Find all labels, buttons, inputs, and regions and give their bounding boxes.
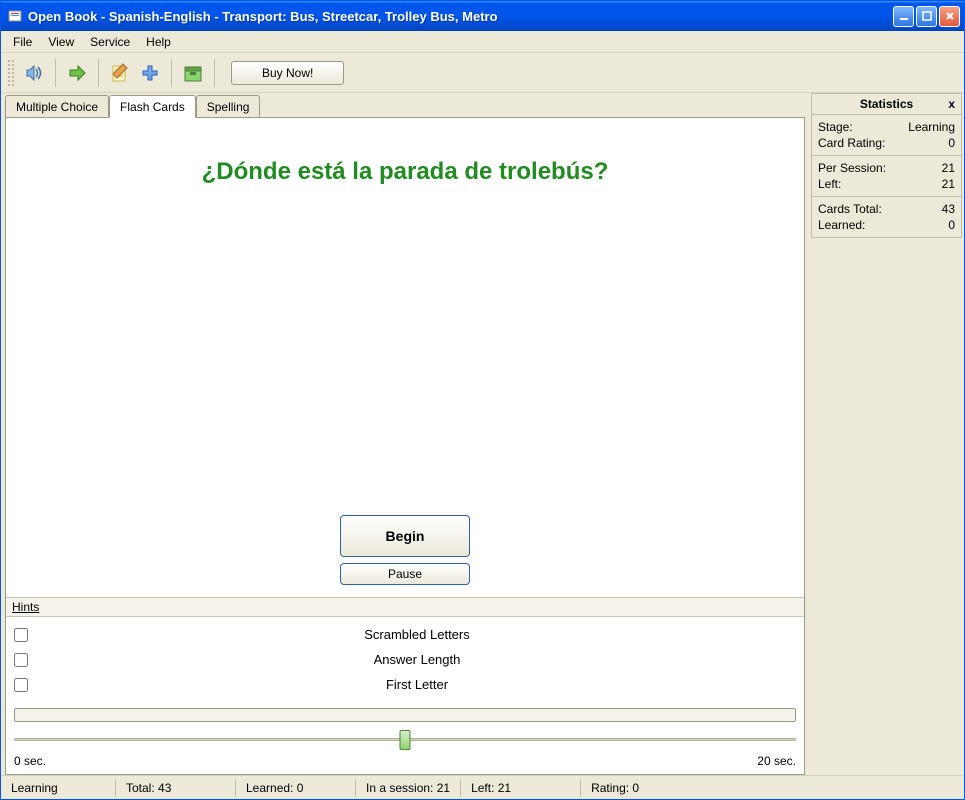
hint-row-scrambled: Scrambled Letters [14, 627, 796, 642]
titlebar[interactable]: Open Book - Spanish-English - Transport:… [1, 1, 964, 31]
buy-now-button[interactable]: Buy Now! [231, 61, 344, 85]
minimize-icon [898, 10, 910, 22]
next-button[interactable] [62, 58, 92, 88]
hint-checkbox-answer-length[interactable] [14, 653, 28, 667]
stat-label: Card Rating: [818, 136, 885, 150]
menu-service[interactable]: Service [82, 33, 138, 51]
tab-multiple-choice[interactable]: Multiple Choice [5, 95, 109, 117]
status-rating: Rating: 0 [581, 779, 649, 797]
stat-value: 21 [942, 177, 955, 191]
tab-strip: Multiple Choice Flash Cards Spelling [5, 95, 805, 117]
tab-spelling[interactable]: Spelling [196, 95, 261, 117]
content-row: Multiple Choice Flash Cards Spelling ¿Dó… [1, 93, 964, 775]
slider-thumb[interactable] [400, 730, 411, 750]
add-button[interactable] [135, 58, 165, 88]
maximize-icon [921, 10, 933, 22]
notepad-icon [109, 62, 131, 84]
stat-value: Learning [908, 120, 955, 134]
hints-body: Scrambled Letters Answer Length First Le… [6, 617, 804, 702]
timer-labels: 0 sec. 20 sec. [14, 752, 796, 774]
tab-flash-cards[interactable]: Flash Cards [109, 95, 196, 118]
hint-row-answer-length: Answer Length [14, 652, 796, 667]
status-total: Total: 43 [116, 779, 236, 797]
timer-max-label: 20 sec. [757, 754, 796, 768]
hint-row-first-letter: First Letter [14, 677, 796, 692]
flash-card-panel: ¿Dónde está la parada de trolebús? Begin… [5, 117, 805, 775]
menu-help[interactable]: Help [138, 33, 179, 51]
speaker-icon [23, 62, 45, 84]
hint-label-scrambled: Scrambled Letters [38, 627, 796, 642]
minimize-button[interactable] [893, 6, 914, 27]
stat-value: 0 [948, 136, 955, 150]
card-controls: Begin Pause [6, 515, 804, 597]
stats-header: Statistics x [812, 94, 961, 115]
menu-view[interactable]: View [40, 33, 82, 51]
progress-bar [14, 708, 796, 722]
statusbar: Learning Total: 43 Learned: 0 In a sessi… [1, 775, 964, 799]
hint-label-first-letter: First Letter [38, 677, 796, 692]
stat-row-per-session: Per Session: 21 [818, 160, 955, 176]
toolbar: Buy Now! [1, 53, 964, 93]
statistics-panel: Statistics x Stage: Learning Card Rating… [809, 93, 964, 775]
toolbar-grip[interactable] [7, 59, 15, 87]
toolbar-separator [55, 59, 56, 87]
arrow-right-icon [66, 62, 88, 84]
pause-button[interactable]: Pause [340, 563, 470, 585]
close-icon [944, 10, 956, 22]
note-button[interactable] [105, 58, 135, 88]
sound-button[interactable] [19, 58, 49, 88]
card-box-icon [182, 62, 204, 84]
stat-label: Learned: [818, 218, 865, 232]
app-window: Open Book - Spanish-English - Transport:… [0, 0, 965, 800]
stat-row-cards-total: Cards Total: 43 [818, 201, 955, 217]
stat-value: 43 [942, 202, 955, 216]
status-learned: Learned: 0 [236, 779, 356, 797]
close-button[interactable] [939, 6, 960, 27]
timer-area [6, 702, 804, 752]
stat-value: 0 [948, 218, 955, 232]
stat-row-left: Left: 21 [818, 176, 955, 192]
question-text: ¿Dónde está la parada de trolebús? [6, 118, 804, 186]
hint-checkbox-scrambled[interactable] [14, 628, 28, 642]
stat-label: Stage: [818, 120, 853, 134]
stat-label: Left: [818, 177, 841, 191]
hint-checkbox-first-letter[interactable] [14, 678, 28, 692]
window-title: Open Book - Spanish-English - Transport:… [28, 9, 893, 24]
stat-row-card-rating: Card Rating: 0 [818, 135, 955, 151]
stat-label: Cards Total: [818, 202, 882, 216]
window-controls [893, 6, 960, 27]
status-left: Left: 21 [461, 779, 581, 797]
menubar: File View Service Help [1, 31, 964, 53]
cardbox-button[interactable] [178, 58, 208, 88]
toolbar-separator [214, 59, 215, 87]
timer-slider[interactable] [14, 730, 796, 750]
stats-close-button[interactable]: x [948, 97, 955, 111]
stat-label: Per Session: [818, 161, 886, 175]
begin-button[interactable]: Begin [340, 515, 470, 557]
hint-label-answer-length: Answer Length [38, 652, 796, 667]
stat-row-learned: Learned: 0 [818, 217, 955, 233]
app-icon [7, 8, 23, 24]
stats-title: Statistics [860, 97, 913, 111]
stat-row-stage: Stage: Learning [818, 119, 955, 135]
status-mode: Learning [1, 779, 116, 797]
main-column: Multiple Choice Flash Cards Spelling ¿Dó… [1, 93, 809, 775]
stat-value: 21 [942, 161, 955, 175]
hints-header[interactable]: Hints [6, 597, 804, 617]
maximize-button[interactable] [916, 6, 937, 27]
status-session: In a session: 21 [356, 779, 461, 797]
toolbar-separator [171, 59, 172, 87]
timer-min-label: 0 sec. [14, 754, 46, 768]
plus-icon [139, 62, 161, 84]
menu-file[interactable]: File [5, 33, 40, 51]
toolbar-separator [98, 59, 99, 87]
